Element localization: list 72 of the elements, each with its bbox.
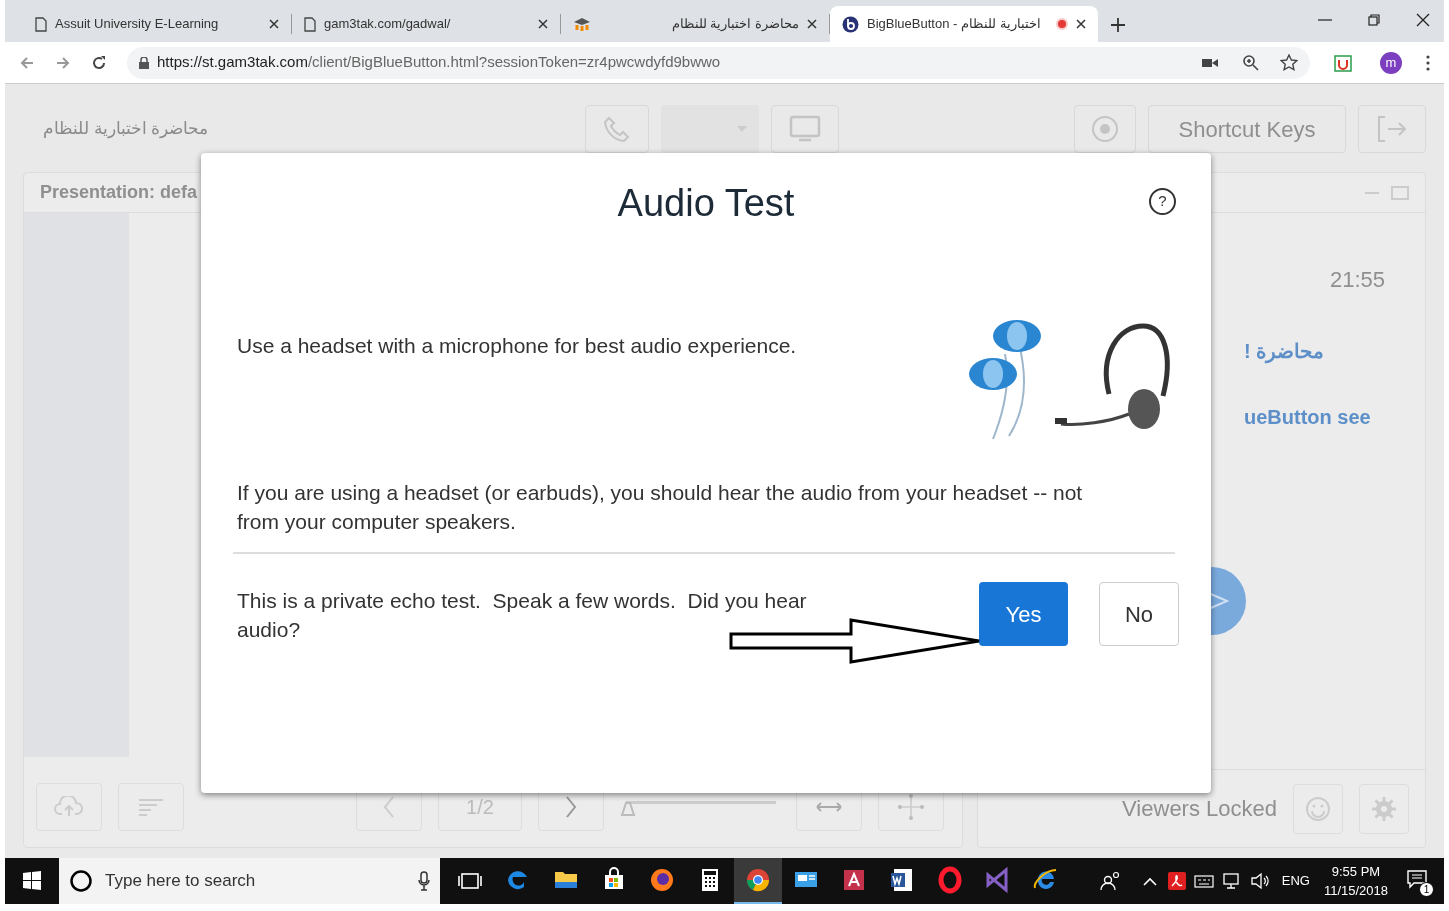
smiley-icon (1305, 795, 1331, 822)
slider-thumb[interactable] (620, 801, 636, 817)
presentation-title: Presentation: defa (40, 181, 198, 204)
fox-globe-icon (648, 866, 676, 894)
speaker-icon[interactable] (1249, 872, 1270, 890)
menu-icon[interactable] (1426, 54, 1430, 71)
users-status: Viewers Locked (1122, 795, 1277, 823)
message-time: 21:55 (1329, 266, 1385, 294)
logout-icon (1376, 114, 1408, 144)
phone-icon (603, 115, 631, 143)
echo-test-question: This is a private echo test. Speak a few words. Did you hear audio? (237, 588, 808, 643)
clock[interactable]: 9:55 PM 11/15/2018 (1323, 862, 1388, 900)
microphone-icon[interactable] (418, 871, 430, 891)
lines-icon (137, 797, 165, 817)
instruction-text: If you are using a headset (or earbuds), you should hear the audio from your headset -- not from your computer speakers. (237, 480, 1084, 535)
chevron-right-icon (565, 795, 577, 819)
recording-indicator (1056, 18, 1068, 30)
close-icon[interactable] (269, 19, 279, 29)
ring-browser-icon (936, 866, 964, 894)
profile-avatar[interactable]: m (1380, 51, 1402, 74)
chevron-left-icon (383, 795, 395, 819)
browser-tab[interactable]: Assuit University E-Learning (23, 6, 291, 42)
lock-icon (139, 56, 149, 69)
reload-icon[interactable] (91, 54, 107, 71)
pdf-reader-icon[interactable] (1167, 872, 1186, 890)
yes-button[interactable]: Yes (979, 582, 1068, 646)
people-icon[interactable] (1099, 871, 1122, 891)
clock-date: 11/15/2018 (1323, 882, 1388, 900)
extension-icon[interactable] (1334, 53, 1352, 72)
dialog-title: Audio Test (617, 181, 795, 226)
move-icon (897, 793, 925, 821)
notification-count: 1 (1419, 882, 1434, 897)
new-tab-icon[interactable] (1110, 17, 1126, 33)
taskbar-app[interactable] (734, 858, 782, 904)
browser-tab[interactable]: محاضرة اختبارية للنظام (561, 6, 829, 42)
restore-window-icon[interactable] (1368, 14, 1380, 26)
network-icon[interactable] (1221, 872, 1242, 890)
meeting-title: محاضرة اختبارية للنظام (43, 118, 210, 141)
address-bar[interactable]: https://st.gam3tak.com/client/BigBlueButton.html?sessionToken=zr4pwcwdyfd9bwwo (127, 46, 1310, 79)
page-icon (35, 16, 47, 32)
chevron-up-icon[interactable] (1141, 876, 1158, 886)
camera-icon[interactable] (1202, 56, 1218, 69)
search-circle-icon (69, 869, 93, 893)
help-button[interactable]: ? (1149, 188, 1176, 215)
clock-time: 9:55 PM (1331, 863, 1381, 881)
close-icon[interactable] (538, 19, 548, 29)
input-method-icon[interactable] (1193, 873, 1214, 889)
back-icon[interactable] (19, 54, 35, 71)
instruction-text: Use a headset with a microphone for best audio experience. (237, 333, 798, 359)
zoom-icon[interactable] (1242, 53, 1260, 72)
language-indicator[interactable]: ENG (1281, 871, 1310, 891)
monitor-icon (789, 115, 821, 143)
chat-message: ueButton see (1244, 405, 1371, 430)
record-icon (1091, 115, 1119, 143)
hat-icon (573, 17, 591, 31)
forward-icon[interactable] (55, 54, 71, 71)
close-icon[interactable] (807, 19, 817, 29)
no-button[interactable]: No (1099, 582, 1179, 646)
settings-icon (1371, 795, 1397, 822)
close-icon[interactable] (1076, 19, 1086, 29)
taskbar-search-field[interactable]: Type here to search (59, 858, 440, 904)
star-icon[interactable] (1280, 53, 1298, 72)
browser-tab[interactable]: gam3tak.com/gadwal/ (292, 6, 560, 42)
close-window-icon[interactable] (1416, 13, 1430, 27)
double-arrow-icon (815, 802, 843, 812)
round-browser-icon (744, 866, 772, 894)
chat-message: ! محاضرة (1244, 339, 1326, 366)
url-text[interactable]: https://st.gam3tak.com/client/BigBlueButton.html?sessionToken=zr4pwcwdyfd9bwwo (157, 53, 721, 71)
round-logo-icon (842, 15, 859, 33)
browser-tab[interactable]: BigBlueButton - اختبارية للنظام (830, 6, 1098, 42)
cloud-upload-icon (54, 796, 84, 818)
page-icon (304, 16, 316, 32)
